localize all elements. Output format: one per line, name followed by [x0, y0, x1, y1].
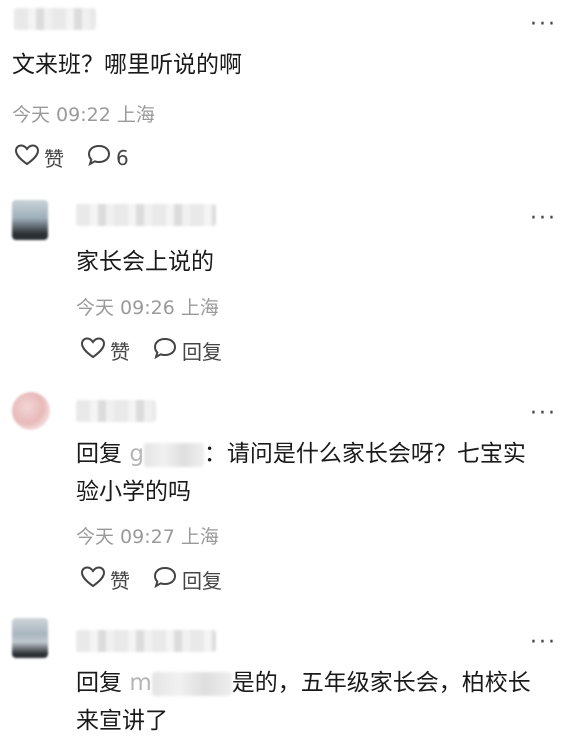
reply3-mention-partial[interactable]: m — [129, 670, 151, 696]
reply3-text: 回复 m 是的，五年级家长会，柏校长 来宣讲了 — [76, 664, 566, 740]
comment-count-button[interactable]: 6 — [86, 143, 129, 172]
heart-icon — [80, 336, 110, 365]
top-comment-more-button[interactable]: ··· — [530, 14, 557, 36]
heart-icon — [80, 565, 110, 594]
reply2-actions: 赞 回复 — [80, 565, 244, 594]
reply2-more-button[interactable]: ··· — [530, 403, 557, 425]
reply2-like-button[interactable]: 赞 — [80, 565, 130, 594]
reply3-more-button[interactable]: ··· — [530, 632, 557, 654]
reply1-text: 家长会上说的 — [76, 249, 214, 275]
reply1-like-button[interactable]: 赞 — [80, 336, 130, 365]
top-comment-text: 文来班？哪里听说的啊 — [12, 52, 242, 78]
reply3-text-after: 是的，五年级家长会，柏校长 — [231, 670, 531, 696]
reply1-avatar[interactable] — [12, 200, 48, 240]
reply3-text-line2: 来宣讲了 — [76, 708, 168, 734]
top-commenter-name-blurred — [14, 8, 96, 30]
reply1-actions: 赞 回复 — [80, 336, 244, 365]
top-comment-meta: 今天 09:22 上海 — [12, 104, 155, 126]
like-label: 赞 — [44, 147, 64, 171]
reply2-mention-partial[interactable]: g — [129, 441, 144, 467]
reply2-avatar[interactable] — [12, 392, 50, 430]
reply2-text-line2: 验小学的吗 — [76, 479, 191, 505]
like-label: 赞 — [110, 569, 130, 593]
reply3-mention-blurred[interactable] — [151, 671, 232, 696]
comment-bubble-icon — [86, 143, 116, 172]
reply3-avatar[interactable] — [12, 618, 48, 658]
reply1-name-blurred — [76, 204, 216, 226]
reply1-meta: 今天 09:26 上海 — [76, 297, 219, 319]
reply2-text: 回复 g ：请问是什么家长会呀？七宝实 验小学的吗 — [76, 435, 566, 511]
heart-icon — [14, 143, 44, 172]
reply1-reply-button[interactable]: 回复 — [152, 336, 222, 365]
reply1-more-button[interactable]: ··· — [530, 208, 557, 230]
top-comment-actions: 赞 6 — [14, 143, 151, 172]
reply2-text-after: ：请问是什么家长会呀？七宝实 — [203, 441, 526, 467]
like-button[interactable]: 赞 — [14, 143, 64, 172]
reply-prefix: 回复 — [76, 670, 122, 696]
reply2-meta: 今天 09:27 上海 — [76, 526, 219, 548]
like-label: 赞 — [110, 340, 130, 364]
reply-prefix: 回复 — [76, 441, 122, 467]
reply2-mention-blurred[interactable] — [143, 442, 204, 467]
reply-label: 回复 — [182, 569, 222, 593]
comment-count: 6 — [116, 145, 129, 170]
reply2-name-blurred — [76, 400, 156, 422]
reply-label: 回复 — [182, 340, 222, 364]
reply2-reply-button[interactable]: 回复 — [152, 565, 222, 594]
comment-bubble-icon — [152, 565, 182, 594]
reply3-name-blurred — [76, 630, 216, 652]
comment-bubble-icon — [152, 336, 182, 365]
